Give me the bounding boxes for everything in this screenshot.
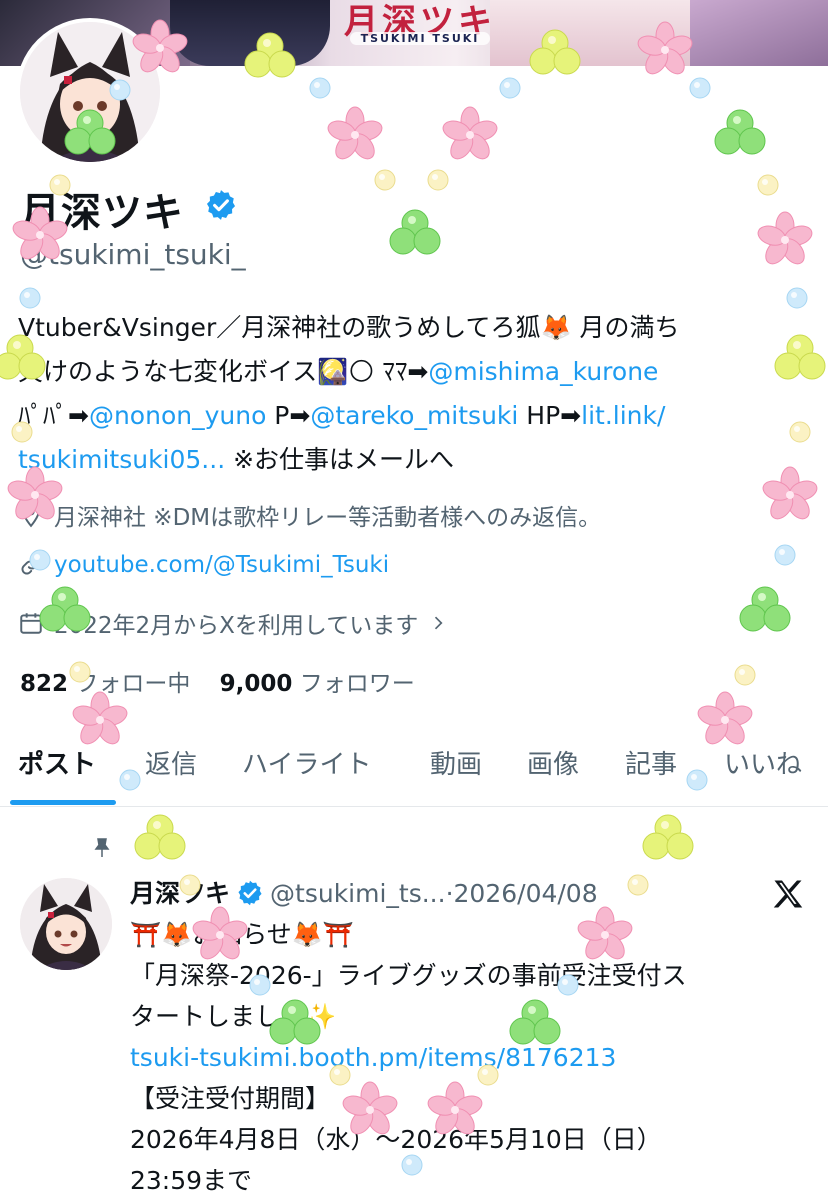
profile-display-name: 月深ツキ	[20, 190, 184, 236]
bio-line-2: 欠けのような七変化ボイス🎑🌕 ﾏﾏ➡	[18, 357, 429, 386]
profile-location: 月深神社 ※DMは歌枠リレー等活動者様へのみ返信。	[18, 498, 601, 532]
followers-count: 9,000	[219, 671, 293, 697]
profile-website[interactable]: youtube.com/@Tsukimi_Tsuki	[18, 552, 389, 578]
tab-articles[interactable]: 記事	[625, 744, 677, 781]
bio-line-1: Vtuber&Vsinger／月深神社の歌うめしてろ狐🦊 月の満ち	[18, 313, 680, 342]
followers-label: フォロワー	[299, 671, 415, 697]
pin-icon	[94, 838, 110, 857]
tab-posts[interactable]: ポスト	[18, 744, 96, 781]
post-separator: ·	[445, 879, 454, 908]
chevron-right-icon	[435, 616, 443, 630]
post-line-2: 「月深祭-2026-」ライブグッズの事前受注受付ス	[130, 961, 687, 990]
post-author-name[interactable]: 月深ツキ	[130, 879, 230, 908]
bio-papa-label: ﾊﾟﾊﾟ➡	[18, 401, 89, 430]
post-body[interactable]: ⛩️🦊お知らせ🦊⛩️ 「月深祭-2026-」ライブグッズの事前受注受付ス タート…	[130, 914, 820, 1201]
location-text: 月深神社 ※DMは歌枠リレー等活動者様へのみ返信。	[54, 505, 602, 531]
active-tab-indicator	[10, 800, 116, 805]
post-line-3: タートしました✨	[130, 1002, 337, 1031]
hp-link-part2[interactable]: tsukimitsuki05...	[18, 445, 225, 474]
tab-highlights[interactable]: ハイライト	[242, 744, 371, 781]
following-link[interactable]: 822 フォロー中	[20, 671, 190, 697]
profile-tabs: ポスト 返信 ハイライト 動画 画像 記事 いいね	[0, 732, 828, 807]
calendar-icon	[20, 613, 42, 634]
joined-text: 2022年2月からXを利用しています	[54, 613, 419, 639]
followers-link[interactable]: 9,000 フォロワー	[220, 671, 415, 697]
mama-mention-link[interactable]: @mishima_kurone	[428, 357, 658, 386]
link-icon	[21, 555, 41, 575]
p-mention-link[interactable]: @tareko_mitsuki	[310, 401, 518, 430]
bio-p-label: P➡	[266, 401, 311, 430]
profile-handle: @tsukimi_tsuki_	[20, 238, 246, 271]
following-label: フォロー中	[75, 671, 191, 697]
verified-badge-icon	[206, 190, 236, 220]
tab-replies[interactable]: 返信	[145, 744, 197, 781]
website-link[interactable]: youtube.com/@Tsukimi_Tsuki	[54, 552, 389, 578]
post-line-6: 2026年4月8日（水）～2026年5月10日（日）	[130, 1125, 662, 1154]
hp-link-part1[interactable]: lit.link/	[581, 401, 665, 430]
following-count: 822	[20, 671, 69, 697]
location-pin-icon	[22, 503, 40, 528]
bio-hp-label: HP➡	[518, 401, 582, 430]
post-author-avatar[interactable]	[20, 878, 112, 970]
papa-mention-link[interactable]: @nonon_yuno	[89, 401, 266, 430]
banner-logo-sub: TSUKIMI TSUKI	[350, 32, 490, 45]
bio-work-note: ※お仕事はメールへ	[225, 445, 455, 474]
post-booth-link[interactable]: tsuki-tsukimi.booth.pm/items/8176213	[130, 1037, 820, 1078]
post-line-7: 23:59まで	[130, 1166, 253, 1195]
profile-stats: 822 フォロー中 9,000 フォロワー	[20, 664, 415, 698]
tab-videos[interactable]: 動画	[430, 744, 482, 781]
post-verified-badge-icon	[238, 880, 262, 906]
tab-images[interactable]: 画像	[527, 744, 579, 781]
profile-avatar[interactable]	[16, 18, 164, 166]
x-logo-icon[interactable]	[770, 876, 806, 912]
profile-bio: Vtuber&Vsinger／月深神社の歌うめしてろ狐🦊 月の満ち 欠けのような…	[18, 306, 818, 482]
post-header: 月深ツキ @tsukimi_ts...·2026/04/08	[130, 874, 598, 910]
profile-joined[interactable]: 2022年2月からXを利用しています	[18, 606, 448, 640]
tab-likes[interactable]: いいね	[724, 744, 802, 781]
post-line-1: ⛩️🦊お知らせ🦊⛩️	[130, 920, 355, 949]
post-author-handle[interactable]: @tsukimi_ts...	[270, 879, 446, 908]
post-date[interactable]: 2026/04/08	[454, 879, 598, 908]
post-line-5: 【受注受付期間】	[130, 1084, 331, 1113]
